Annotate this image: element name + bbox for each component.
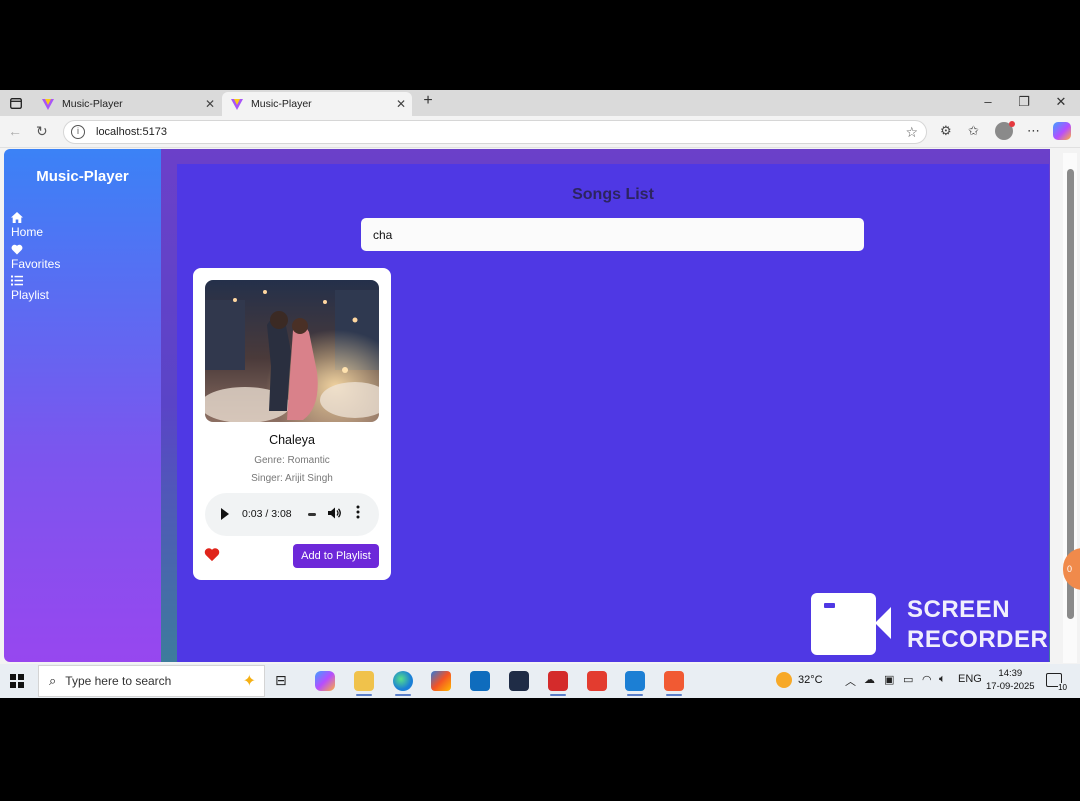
favorite-heart-icon[interactable] bbox=[204, 547, 220, 563]
back-arrow-icon[interactable]: ← bbox=[8, 123, 22, 139]
home-icon bbox=[11, 212, 43, 225]
recorder-line-2: RECORDER bbox=[907, 626, 1049, 653]
play-icon[interactable] bbox=[221, 508, 229, 520]
song-genre: Genre: Romantic bbox=[254, 455, 330, 466]
tray-chevron-icon[interactable]: ︿ bbox=[845, 673, 856, 689]
tab-actions-icon[interactable] bbox=[8, 95, 24, 111]
song-cover-image bbox=[205, 280, 379, 422]
close-tab-icon[interactable]: ✕ bbox=[205, 97, 215, 111]
sidebar-item-favorites[interactable]: Favorites bbox=[11, 244, 60, 271]
song-singer: Singer: Arijit Singh bbox=[251, 473, 333, 484]
audio-time: 0:03 / 3:08 bbox=[242, 508, 292, 520]
taskbar-search-placeholder: Type here to search bbox=[65, 674, 172, 688]
audio-player: 0:03 / 3:08 bbox=[205, 493, 379, 536]
language-indicator[interactable]: ENG bbox=[958, 673, 982, 685]
app-red-icon[interactable] bbox=[548, 671, 568, 696]
page-viewport: Music-Player Home Favorites Playlist Son… bbox=[4, 149, 1050, 662]
battery-icon[interactable]: ▭ bbox=[903, 673, 913, 686]
songs-panel: Songs List cha Chaleya Genre: Romantic S… bbox=[177, 164, 1049, 662]
sidebar-item-label: Home bbox=[11, 225, 44, 239]
file-explorer-icon[interactable] bbox=[354, 671, 374, 696]
song-card: Chaleya Genre: Romantic Singer: Arijit S… bbox=[193, 268, 391, 580]
screen: Music-Player ✕ Music-Player ✕ + – ❐ ✕ ← … bbox=[0, 90, 1080, 698]
recorder-line-1: SCREEN bbox=[907, 596, 1011, 623]
heart-icon bbox=[11, 244, 60, 257]
minimize-button[interactable]: – bbox=[978, 94, 998, 109]
new-tab-button[interactable]: + bbox=[418, 92, 438, 110]
vpn-shield-icon[interactable] bbox=[509, 671, 529, 691]
song-title: Chaleya bbox=[269, 433, 315, 447]
search-input[interactable] bbox=[361, 218, 864, 251]
notification-count: 10 bbox=[1058, 683, 1067, 692]
tab-label: Music-Player bbox=[62, 98, 123, 110]
tab-music-player-2[interactable]: Music-Player ✕ bbox=[222, 92, 412, 116]
task-view-icon[interactable]: ⊟ bbox=[275, 672, 295, 692]
notification-icon[interactable]: 10 bbox=[1046, 673, 1067, 692]
tray-device-icon[interactable]: ▣ bbox=[884, 673, 894, 686]
speaker-icon[interactable]: 🔈︎ bbox=[939, 673, 946, 686]
favorite-star-icon[interactable]: ☆ bbox=[905, 124, 918, 141]
close-window-button[interactable]: ✕ bbox=[1051, 94, 1071, 110]
sparkle-icon: ✦ bbox=[242, 673, 256, 690]
brand-title: Music-Player bbox=[36, 168, 129, 185]
weather-sun-icon bbox=[776, 672, 792, 688]
video-camera-icon bbox=[811, 593, 891, 655]
outlook-icon[interactable] bbox=[470, 671, 490, 691]
close-tab-icon[interactable]: ✕ bbox=[396, 97, 406, 111]
copilot-icon[interactable] bbox=[1053, 122, 1071, 140]
vite-logo-icon bbox=[42, 99, 54, 110]
sidebar: Music-Player Home Favorites Playlist bbox=[4, 149, 161, 662]
tab-label: Music-Player bbox=[251, 98, 312, 110]
vite-logo-icon bbox=[231, 99, 243, 110]
sidebar-item-label: Favorites bbox=[11, 257, 61, 271]
sidebar-item-label: Playlist bbox=[11, 288, 50, 302]
more-options-icon[interactable]: ⋯ bbox=[1027, 123, 1040, 139]
favorites-icon[interactable]: ✩ bbox=[968, 123, 979, 139]
search-icon: ⌕ bbox=[49, 673, 57, 688]
audio-more-icon[interactable] bbox=[356, 505, 360, 519]
page-title: Songs List bbox=[572, 186, 654, 203]
profile-avatar[interactable] bbox=[995, 121, 1015, 140]
sidebar-item-playlist[interactable]: Playlist bbox=[11, 275, 49, 302]
sidebar-item-home[interactable]: Home bbox=[11, 212, 43, 239]
url-text: localhost:5173 bbox=[96, 126, 167, 138]
weather-temp: 32°C bbox=[798, 674, 823, 686]
store-icon[interactable] bbox=[431, 671, 451, 691]
vscode-icon[interactable] bbox=[625, 671, 645, 696]
audio-progress-slider[interactable] bbox=[308, 513, 316, 516]
address-bar: ← ↻ i localhost:5173 ☆ ⚙ ✩ ⋯ bbox=[0, 116, 1080, 148]
taskbar-search[interactable]: ⌕ Type here to search ✦ bbox=[38, 665, 265, 697]
url-field[interactable]: i localhost:5173 ☆ bbox=[63, 120, 927, 144]
weather-widget[interactable]: 32°C bbox=[776, 672, 823, 688]
clock-date: 17-09-2025 bbox=[986, 681, 1035, 692]
taskbar: ⌕ Type here to search ✦ ⊟ 32°C ︿ ☁ ▣ ▭ ◠… bbox=[0, 664, 1080, 698]
site-info-icon[interactable]: i bbox=[71, 125, 85, 139]
clock-time: 14:39 bbox=[998, 668, 1023, 679]
copilot-app-icon[interactable] bbox=[315, 671, 335, 691]
screen-recorder-app-icon[interactable] bbox=[664, 671, 684, 696]
windows-start-icon[interactable] bbox=[10, 674, 24, 688]
tray-app-icon[interactable]: ☁ bbox=[864, 673, 875, 686]
tab-music-player-1[interactable]: Music-Player ✕ bbox=[33, 92, 221, 116]
list-icon bbox=[11, 275, 49, 288]
wps-office-icon[interactable] bbox=[587, 671, 607, 691]
add-to-playlist-button[interactable]: Add to Playlist bbox=[293, 544, 379, 568]
tab-bar: Music-Player ✕ Music-Player ✕ + – ❐ ✕ bbox=[0, 90, 1080, 116]
clock[interactable]: 14:39 17-09-2025 bbox=[986, 667, 1035, 693]
recorder-text: SCREEN RECORDER bbox=[907, 595, 1048, 655]
reload-icon[interactable]: ↻ bbox=[36, 123, 48, 140]
restore-button[interactable]: ❐ bbox=[1014, 94, 1034, 110]
extensions-icon[interactable]: ⚙ bbox=[940, 123, 952, 139]
volume-icon[interactable] bbox=[327, 506, 341, 523]
wifi-icon[interactable]: ◠ bbox=[922, 673, 932, 686]
edge-browser-icon[interactable] bbox=[393, 671, 413, 696]
